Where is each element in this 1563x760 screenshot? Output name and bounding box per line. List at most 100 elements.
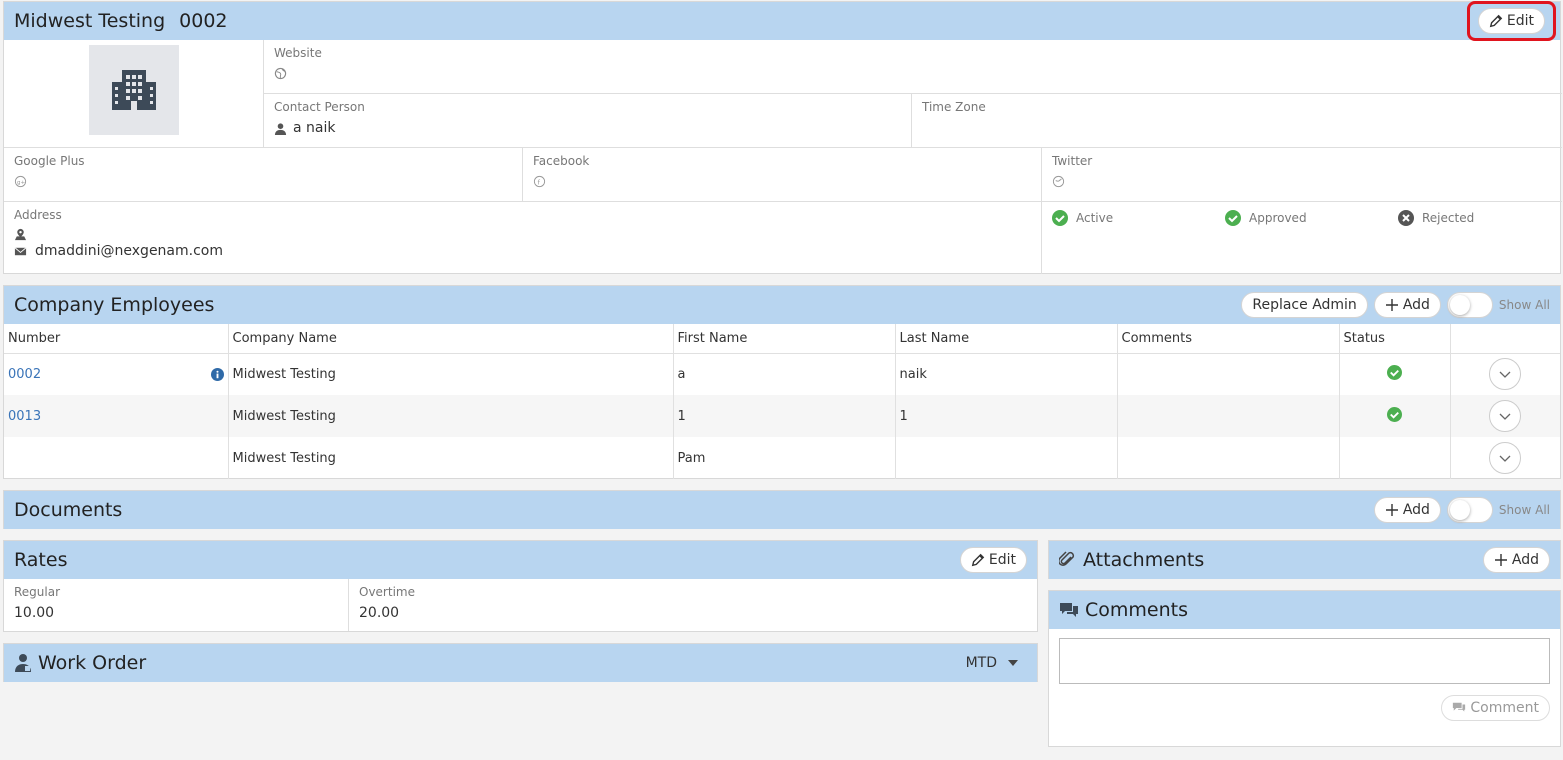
plus-icon	[1385, 299, 1398, 311]
comment-input[interactable]	[1059, 638, 1550, 684]
envelope-icon	[14, 246, 27, 255]
globe-icon	[274, 67, 287, 80]
work-order-header: Work Order MTD	[4, 644, 1037, 682]
info-icon[interactable]	[210, 367, 224, 381]
employees-show-all-toggle[interactable]	[1446, 292, 1493, 318]
user-icon	[274, 122, 287, 135]
employees-add-label: Add	[1402, 297, 1430, 313]
col-status[interactable]: Status	[1339, 324, 1451, 354]
cell-last-name: naik	[895, 353, 1118, 395]
table-row[interactable]: 0013 Midwest Testing 1 1	[4, 395, 1560, 437]
cell-number[interactable]	[4, 437, 229, 479]
col-company-name[interactable]: Company Name	[228, 324, 674, 354]
table-row[interactable]: Midwest Testing Pam	[4, 437, 1560, 479]
rates-edit-button[interactable]: Edit	[959, 547, 1027, 573]
documents-add-button[interactable]: Add	[1373, 497, 1441, 523]
col-number[interactable]: Number	[4, 324, 229, 354]
x-circle-icon	[1398, 210, 1414, 226]
svg-text:f: f	[538, 178, 541, 186]
work-order-filter-value: MTD	[965, 655, 997, 671]
status-rejected[interactable]: Rejected	[1398, 210, 1474, 226]
chevron-down-icon	[1499, 413, 1511, 420]
row-expand-button[interactable]	[1489, 442, 1522, 474]
rates-title: Rates	[14, 549, 68, 571]
regular-label: Regular	[14, 585, 61, 599]
comments-title: Comments	[1085, 599, 1188, 621]
employee-number-link[interactable]: 0013	[8, 409, 41, 424]
twitter-icon	[1052, 175, 1065, 188]
rates-edit-label: Edit	[988, 552, 1016, 568]
cell-number[interactable]: 0013	[4, 395, 229, 437]
row-expand-button[interactable]	[1489, 400, 1522, 432]
status-approved[interactable]: Approved	[1225, 210, 1398, 226]
work-order-card: Work Order MTD	[3, 643, 1038, 682]
paperclip-icon	[1059, 551, 1075, 566]
attachments-header: Attachments Add	[1049, 541, 1560, 579]
table-row[interactable]: 0002 Midwest Testing a naik	[4, 353, 1560, 395]
check-circle-icon	[1225, 210, 1241, 226]
googleplus-label: Google Plus	[14, 154, 85, 168]
documents-add-label: Add	[1402, 502, 1430, 518]
chevron-down-icon	[1499, 455, 1511, 462]
caret-down-icon	[1008, 660, 1018, 666]
facebook-label: Facebook	[533, 154, 590, 168]
user-worker-icon	[15, 654, 31, 672]
logo-cell	[4, 40, 264, 148]
facebook-icon: f	[533, 175, 546, 188]
chevron-down-icon	[1499, 371, 1511, 379]
contact-value: a naik	[293, 120, 336, 136]
replace-admin-button[interactable]: Replace Admin	[1241, 292, 1368, 318]
company-edit-button[interactable]: Edit	[1477, 8, 1545, 34]
company-card: Midwest Testing 0002 Edit Website Contac…	[3, 1, 1562, 274]
website-label: Website	[274, 46, 322, 60]
overtime-rate-cell: Overtime 20.00	[349, 579, 1037, 631]
check-circle-icon	[1387, 406, 1402, 422]
work-order-title: Work Order	[38, 652, 147, 674]
address-label: Address	[14, 208, 62, 222]
status-rejected-label: Rejected	[1422, 211, 1475, 225]
employee-number-link[interactable]: 0002	[8, 367, 41, 382]
employees-header: Company Employees Replace Admin Add Show…	[4, 286, 1560, 324]
cell-number[interactable]: 0002	[4, 353, 229, 395]
cell-comments	[1117, 395, 1340, 437]
regular-value: 10.00	[14, 605, 55, 621]
col-actions	[1450, 324, 1560, 354]
building-icon	[112, 70, 156, 110]
cell-comments	[1117, 353, 1340, 395]
work-order-filter-dropdown[interactable]: MTD	[966, 655, 1019, 671]
comment-submit-label: Comment	[1470, 700, 1539, 716]
status-active[interactable]: Active	[1052, 210, 1225, 226]
col-last-name[interactable]: Last Name	[895, 324, 1118, 354]
row-expand-button[interactable]	[1489, 358, 1522, 391]
replace-admin-label: Replace Admin	[1252, 297, 1357, 313]
comment-submit-button[interactable]: Comment	[1441, 695, 1550, 721]
company-number: 0002	[179, 10, 228, 32]
cell-first-name: 1	[673, 395, 896, 437]
google-plus-icon: g+	[14, 175, 27, 188]
documents-header: Documents Add Show All	[4, 491, 1560, 529]
attachments-add-label: Add	[1511, 552, 1539, 568]
cell-company: Midwest Testing	[228, 437, 674, 479]
cell-comments	[1117, 437, 1340, 479]
cell-status	[1339, 395, 1451, 437]
cell-company: Midwest Testing	[228, 353, 674, 395]
employees-title: Company Employees	[14, 294, 215, 316]
status-active-label: Active	[1076, 211, 1114, 225]
company-logo	[89, 45, 179, 135]
employees-card: Company Employees Replace Admin Add Show…	[3, 285, 1561, 479]
contact-cell: Contact Person a naik	[264, 94, 912, 148]
col-first-name[interactable]: First Name	[673, 324, 896, 354]
regular-rate-cell: Regular 10.00	[4, 579, 349, 631]
comments-icon	[1060, 603, 1078, 617]
overtime-label: Overtime	[359, 585, 415, 599]
attachments-add-button[interactable]: Add	[1482, 547, 1550, 573]
cell-actions	[1450, 437, 1560, 479]
googleplus-cell: Google Plus g+	[4, 148, 523, 202]
attachments-title: Attachments	[1083, 549, 1205, 571]
documents-show-all-toggle[interactable]	[1446, 497, 1493, 523]
col-comments[interactable]: Comments	[1117, 324, 1340, 354]
employees-add-button[interactable]: Add	[1373, 292, 1441, 318]
comment-icon	[1453, 702, 1466, 712]
timezone-cell: Time Zone	[912, 94, 1562, 148]
cell-status	[1339, 437, 1451, 479]
